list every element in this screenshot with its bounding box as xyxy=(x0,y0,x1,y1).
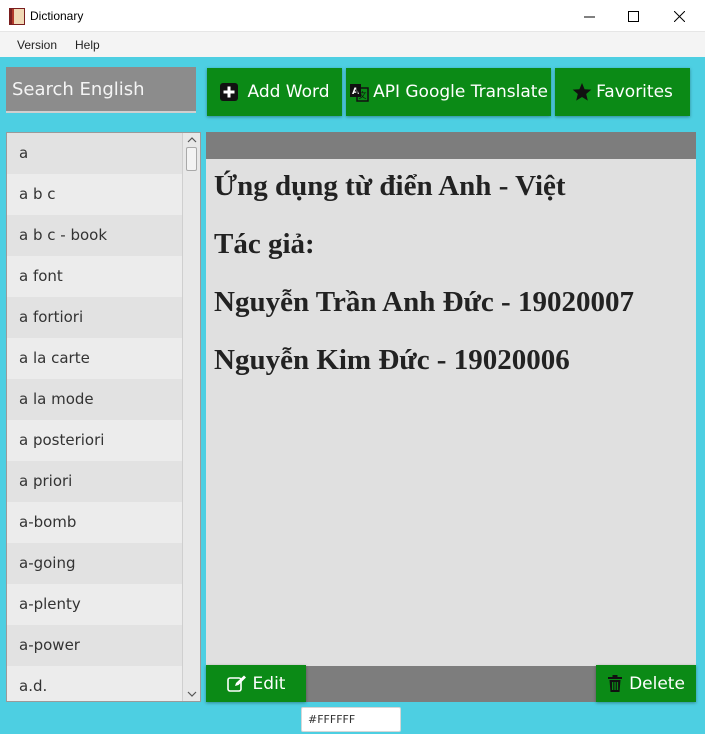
add-word-label: Add Word xyxy=(247,82,330,102)
star-icon xyxy=(572,83,592,101)
maximize-button[interactable] xyxy=(610,0,656,32)
delete-label: Delete xyxy=(629,673,685,694)
translate-icon: A 文 xyxy=(350,84,369,102)
list-item[interactable]: a xyxy=(7,133,183,174)
scrollbar-thumb[interactable] xyxy=(186,147,197,171)
definition-panel: Ứng dụng từ điển Anh - Việt Tác giả: Ngu… xyxy=(206,132,696,702)
google-translate-label: API Google Translate xyxy=(373,82,548,102)
list-item[interactable]: a priori xyxy=(7,461,183,502)
close-button[interactable] xyxy=(656,0,702,32)
google-translate-button[interactable]: A 文 API Google Translate xyxy=(346,68,551,116)
color-picker-field[interactable] xyxy=(301,707,401,732)
list-item[interactable]: a la mode xyxy=(7,379,183,420)
content-title: Ứng dụng từ điển Anh - Việt xyxy=(214,170,566,202)
word-list-items: a a b c a b c - book a font a fortiori a… xyxy=(7,133,183,701)
favorites-button[interactable]: Favorites xyxy=(555,68,690,116)
content-author-2: Nguyễn Kim Đức - 19020006 xyxy=(214,344,570,376)
favorites-label: Favorites xyxy=(596,82,673,102)
close-icon xyxy=(673,10,685,22)
menu-help[interactable]: Help xyxy=(75,38,100,52)
plus-square-icon xyxy=(220,83,239,101)
list-item[interactable]: a-going xyxy=(7,543,183,584)
edit-label: Edit xyxy=(252,673,286,694)
list-item[interactable]: a-power xyxy=(7,625,183,666)
menu-bar: Version Help xyxy=(0,32,705,57)
edit-icon xyxy=(226,675,246,692)
minimize-button[interactable] xyxy=(566,0,612,32)
list-item[interactable]: a.d. xyxy=(7,666,183,701)
list-item[interactable]: a la carte xyxy=(7,338,183,379)
maximize-icon xyxy=(627,10,639,22)
add-word-button[interactable]: Add Word xyxy=(207,68,342,116)
list-item[interactable]: a posteriori xyxy=(7,420,183,461)
list-item[interactable]: a-bomb xyxy=(7,502,183,543)
word-list: a a b c a b c - book a font a fortiori a… xyxy=(6,132,201,702)
word-list-scrollbar[interactable] xyxy=(182,133,200,701)
content-author-1: Nguyễn Trần Anh Đức - 19020007 xyxy=(214,286,634,318)
scroll-down-icon[interactable] xyxy=(187,689,197,699)
definition-header-bar xyxy=(206,132,696,159)
edit-button[interactable]: Edit xyxy=(206,665,306,702)
list-item[interactable]: a font xyxy=(7,256,183,297)
window-title: Dictionary xyxy=(30,9,84,23)
minimize-icon xyxy=(583,16,595,17)
menu-version[interactable]: Version xyxy=(17,38,57,52)
title-bar: Dictionary xyxy=(0,0,705,32)
content-author-heading: Tác giả: xyxy=(214,228,315,260)
list-item[interactable]: a-plenty xyxy=(7,584,183,625)
dictionary-app-icon xyxy=(9,8,25,25)
list-item[interactable]: a fortiori xyxy=(7,297,183,338)
list-item[interactable]: a b c - book xyxy=(7,215,183,256)
search-input[interactable] xyxy=(6,67,196,113)
scroll-up-icon[interactable] xyxy=(187,135,197,145)
trash-icon xyxy=(608,674,623,692)
delete-button[interactable]: Delete xyxy=(596,665,696,702)
list-item[interactable]: a b c xyxy=(7,174,183,215)
svg-text:文: 文 xyxy=(359,90,367,100)
